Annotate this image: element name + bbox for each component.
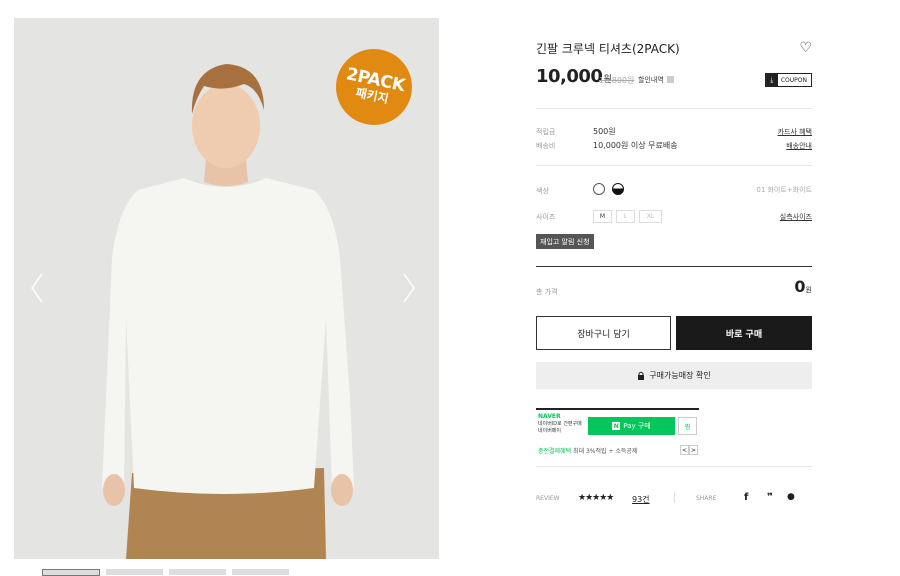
chevron-left-icon (31, 273, 43, 303)
coupon-button[interactable]: ⤓ COUPON (764, 73, 812, 87)
points-value: 500원 (593, 127, 616, 136)
size-option-l[interactable]: L (616, 210, 635, 223)
divider (536, 165, 812, 166)
naver-pay-label: Pay 구매 (623, 422, 651, 430)
shipping-label: 배송비 (536, 142, 556, 150)
naver-n-icon: N (612, 422, 621, 430)
review-count-link[interactable]: 93건 (632, 494, 650, 505)
share-label: SHARE (696, 495, 717, 502)
buy-now-button[interactable]: 바로 구매 (676, 316, 812, 350)
lock-icon (638, 371, 645, 380)
total-price-label: 총 가격 (536, 288, 558, 296)
wishlist-heart-icon[interactable]: ♡ (799, 40, 812, 56)
gallery-next-button[interactable] (402, 273, 422, 309)
discount-label: 할인내역 (638, 76, 664, 84)
store-availability-label: 구매가능매장 확인 (649, 371, 711, 380)
benefit-highlight: 충전결제혜택 (538, 448, 572, 455)
naver-pay-button[interactable]: N Pay 구매 (588, 417, 675, 435)
benefit-pager: < > (680, 445, 698, 455)
selected-color-value: 01 화이트+화이트 (756, 186, 812, 194)
color-swatch-white[interactable] (593, 183, 605, 195)
facebook-icon[interactable]: f (744, 492, 748, 503)
color-swatch-black[interactable] (612, 183, 624, 195)
shipping-value: 10,000원 이상 무료배송 (593, 141, 678, 150)
naver-benefit-text: 충전결제혜택 최대 3%적립 + 소득공제 (538, 446, 637, 455)
thumbnail-2[interactable] (106, 569, 163, 575)
total-price-unit: 원 (805, 286, 812, 294)
review-label: REVIEW (536, 495, 560, 502)
review-stars: ★★★★★ (578, 493, 614, 503)
naver-text-line1: 네이버ID로 간편구매 (538, 421, 582, 427)
size-option-m[interactable]: M (593, 210, 612, 223)
divider (536, 108, 812, 109)
card-benefit-link[interactable]: 카드사 혜택 (778, 127, 812, 137)
naver-logo: NAVER (538, 413, 561, 420)
chevron-right-icon (403, 273, 415, 303)
download-icon: ⤓ (765, 74, 778, 86)
product-title: 긴팔 크루넥 티셔츠(2PACK) (536, 42, 680, 56)
store-availability-button[interactable]: 구매가능매장 확인 (536, 362, 812, 389)
benefit-next-button[interactable]: > (689, 445, 698, 455)
discount-info-icon (666, 76, 674, 83)
size-label: 사이즈 (536, 213, 556, 221)
divider (536, 466, 812, 467)
gallery-prev-button[interactable] (30, 273, 50, 309)
points-label: 적립금 (536, 128, 556, 136)
kakaotalk-icon[interactable]: ● (787, 492, 795, 502)
benefit-prev-button[interactable]: < (680, 445, 689, 455)
size-option-xl[interactable]: XL (639, 210, 662, 223)
kakaostory-icon[interactable]: ❞ (767, 492, 773, 503)
naver-text-line2: 네이버페이 (538, 428, 562, 434)
discount-details-button[interactable]: 할인내역 (638, 75, 674, 85)
benefit-detail: 최대 3%적립 + 소득공제 (573, 448, 638, 455)
thumbnail-3[interactable] (169, 569, 226, 575)
restock-alert-button[interactable]: 재입고 알림 신청 (536, 234, 594, 249)
divider (536, 266, 812, 267)
original-price: 16,800원 (599, 76, 635, 85)
divider-vertical (674, 493, 675, 503)
total-price-value: 0 (794, 277, 806, 296)
total-price: 0원 (794, 277, 812, 296)
thumbnail-4[interactable] (232, 569, 289, 575)
sale-price-value: 10,000 (536, 66, 603, 87)
size-guide-link[interactable]: 실측사이즈 (780, 212, 812, 222)
naver-pay-box: NAVER 네이버ID로 간편구매 네이버페이 N Pay 구매 찜 (536, 408, 699, 438)
add-to-cart-button[interactable]: 장바구니 담기 (536, 316, 671, 350)
product-image-gallery: 2PACK 패키지 (14, 18, 439, 559)
shipping-info-link[interactable]: 배송안내 (786, 141, 812, 151)
color-label: 색상 (536, 187, 549, 195)
coupon-label: COUPON (780, 76, 807, 84)
naver-wish-button[interactable]: 찜 (678, 417, 697, 435)
